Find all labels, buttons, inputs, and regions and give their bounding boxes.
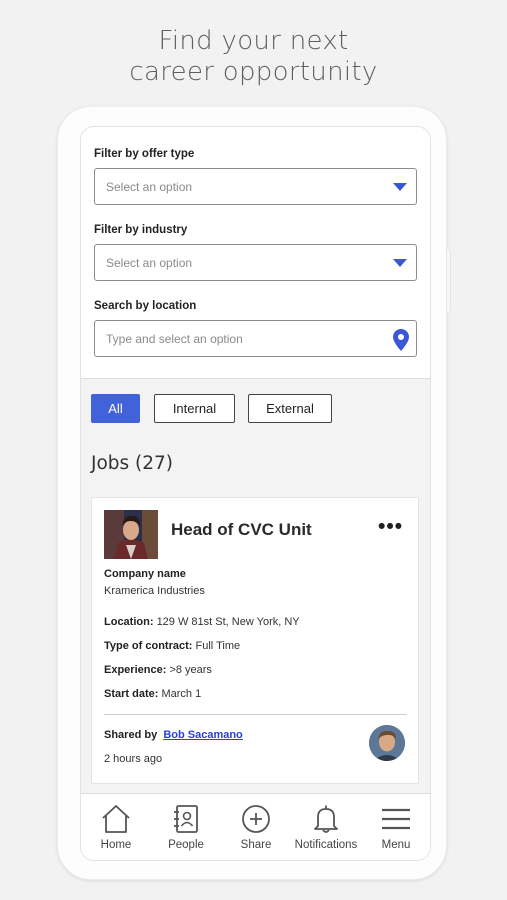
- bottom-nav: Home People Share Notifications Menu: [81, 793, 430, 860]
- tab-all[interactable]: All: [91, 394, 140, 423]
- headline-line-1: Find your next: [158, 26, 349, 56]
- shared-by: Shared by Bob Sacamano: [104, 729, 243, 741]
- job-experience: Experience: >8 years: [104, 664, 212, 676]
- shared-by-user-link[interactable]: Bob Sacamano: [163, 729, 242, 741]
- experience-value: >8 years: [169, 664, 212, 676]
- more-options-icon[interactable]: •••: [378, 515, 403, 539]
- headline: Find your next career opportunity: [0, 26, 507, 88]
- job-contract: Type of contract: Full Time: [104, 640, 240, 652]
- hamburger-menu-icon: [382, 808, 410, 830]
- card-divider: [104, 714, 407, 715]
- industry-label: Filter by industry: [94, 224, 188, 236]
- company-name: Kramerica Industries: [104, 585, 205, 597]
- location-label: Search by location: [94, 300, 197, 312]
- home-icon: [102, 805, 130, 833]
- job-location: Location: 129 W 81st St, New York, NY: [104, 616, 300, 628]
- nav-people[interactable]: People: [151, 794, 221, 860]
- tab-internal[interactable]: Internal: [154, 394, 235, 423]
- job-title[interactable]: Head of CVC Unit: [171, 520, 312, 540]
- experience-field-label: Experience:: [104, 664, 167, 676]
- job-poster-photo: [104, 510, 158, 559]
- start-date-value: March 1: [161, 688, 202, 700]
- nav-menu-label: Menu: [381, 839, 411, 851]
- industry-placeholder: Select an option: [106, 256, 193, 270]
- nav-share[interactable]: Share: [221, 794, 291, 860]
- location-placeholder: Type and select an option: [106, 332, 243, 346]
- company-name-label-text: Company name: [104, 568, 186, 580]
- chevron-down-icon: [393, 259, 407, 267]
- contract-value: Full Time: [195, 640, 241, 652]
- location-field-label: Location:: [104, 616, 154, 628]
- nav-notifications[interactable]: Notifications: [291, 794, 361, 860]
- jobs-heading: Jobs (27): [91, 453, 174, 474]
- offer-type-label: Filter by offer type: [94, 148, 195, 160]
- company-name-label: Company name: [104, 568, 186, 580]
- job-start-date: Start date: March 1: [104, 688, 201, 700]
- avatar[interactable]: [369, 725, 405, 761]
- contract-field-label: Type of contract:: [104, 640, 193, 652]
- headline-line-2: career opportunity: [129, 57, 378, 87]
- plus-circle-icon: [242, 805, 270, 833]
- nav-notifications-label: Notifications: [294, 839, 358, 851]
- posted-time: 2 hours ago: [104, 753, 163, 765]
- job-card[interactable]: Head of CVC Unit ••• Company name Kramer…: [91, 497, 419, 784]
- offer-type-select[interactable]: Select an option: [94, 168, 417, 205]
- map-pin-icon: [393, 329, 409, 351]
- nav-home[interactable]: Home: [81, 794, 151, 860]
- app-screen: Filter by offer type Select an option Fi…: [80, 126, 431, 861]
- chevron-down-icon: [393, 183, 407, 191]
- tab-external[interactable]: External: [248, 394, 332, 423]
- start-date-field-label: Start date:: [104, 688, 159, 700]
- phone-side-button: [446, 248, 451, 314]
- location-value: 129 W 81st St, New York, NY: [156, 616, 300, 628]
- filters-panel: Filter by offer type Select an option Fi…: [81, 127, 430, 379]
- nav-menu[interactable]: Menu: [361, 794, 430, 860]
- nav-home-label: Home: [100, 839, 132, 851]
- offer-type-placeholder: Select an option: [106, 180, 193, 194]
- nav-share-label: Share: [240, 839, 272, 851]
- location-input[interactable]: Type and select an option: [94, 320, 417, 357]
- industry-select[interactable]: Select an option: [94, 244, 417, 281]
- shared-by-label: Shared by: [104, 729, 158, 741]
- bell-icon: [314, 805, 338, 833]
- nav-people-label: People: [168, 839, 204, 851]
- contacts-book-icon: [174, 805, 198, 833]
